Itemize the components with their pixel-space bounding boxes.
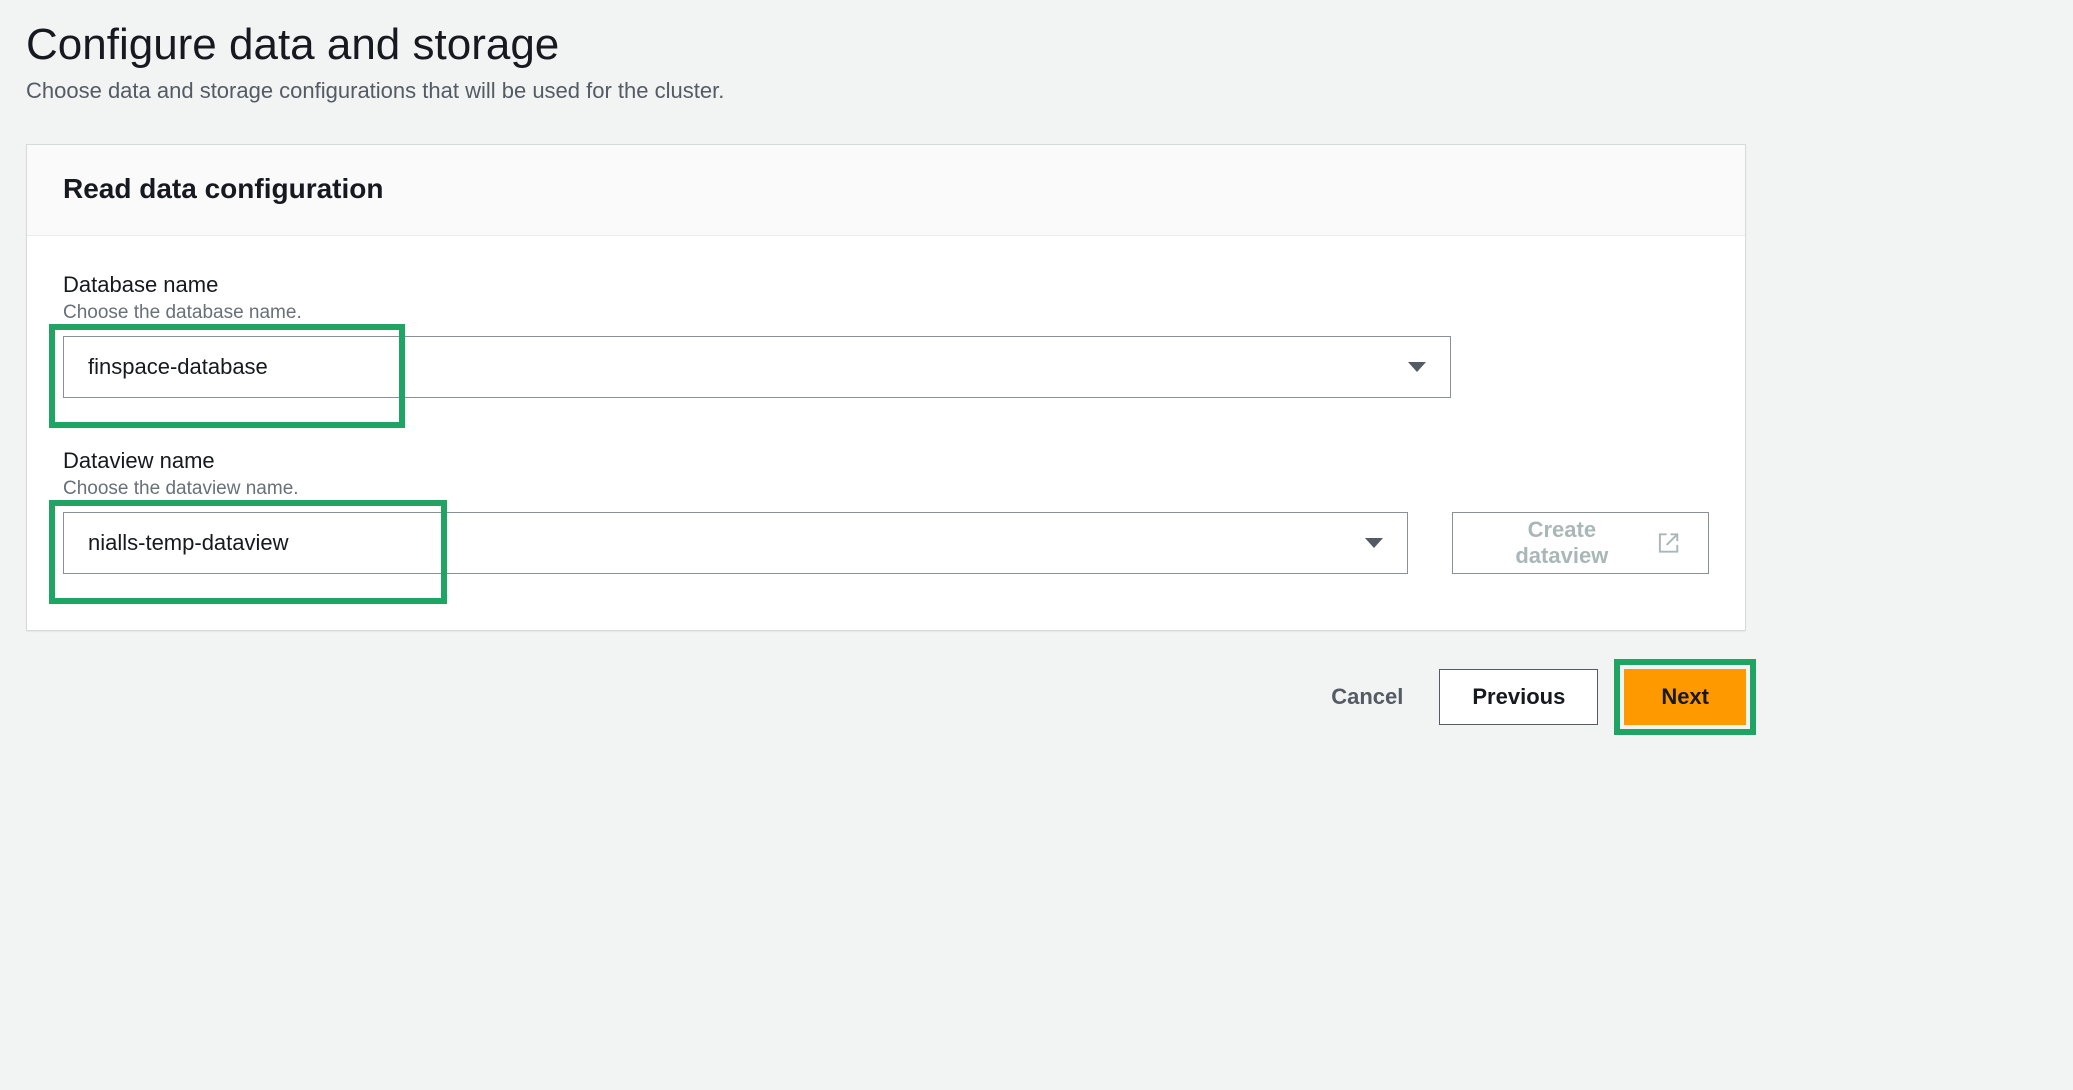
create-dataview-label: Create dataview: [1481, 517, 1643, 569]
dataview-name-select[interactable]: nialls-temp-dataview: [63, 512, 1408, 574]
cancel-button[interactable]: Cancel: [1321, 670, 1413, 724]
database-name-select[interactable]: finspace-database: [63, 336, 1451, 398]
wizard-actions: Cancel Previous Next: [26, 661, 1746, 725]
page-title: Configure data and storage: [26, 20, 2047, 70]
create-dataview-button[interactable]: Create dataview: [1452, 512, 1709, 574]
database-name-label: Database name: [63, 272, 1709, 298]
read-data-config-panel: Read data configuration Database name Ch…: [26, 144, 1746, 631]
external-link-icon: [1657, 531, 1680, 555]
chevron-down-icon: [1408, 362, 1426, 372]
previous-button[interactable]: Previous: [1439, 669, 1598, 725]
database-name-value: finspace-database: [88, 354, 268, 380]
database-name-hint: Choose the database name.: [63, 302, 1709, 324]
chevron-down-icon: [1365, 538, 1383, 548]
dataview-name-group: Dataview name Choose the dataview name. …: [63, 448, 1709, 574]
database-name-group: Database name Choose the database name. …: [63, 272, 1709, 398]
panel-title: Read data configuration: [63, 173, 1709, 205]
dataview-name-hint: Choose the dataview name.: [63, 478, 1709, 500]
page-subtitle: Choose data and storage configurations t…: [26, 78, 2047, 104]
dataview-name-value: nialls-temp-dataview: [88, 530, 289, 556]
next-button[interactable]: Next: [1624, 669, 1746, 725]
dataview-name-label: Dataview name: [63, 448, 1709, 474]
panel-header: Read data configuration: [27, 145, 1745, 236]
